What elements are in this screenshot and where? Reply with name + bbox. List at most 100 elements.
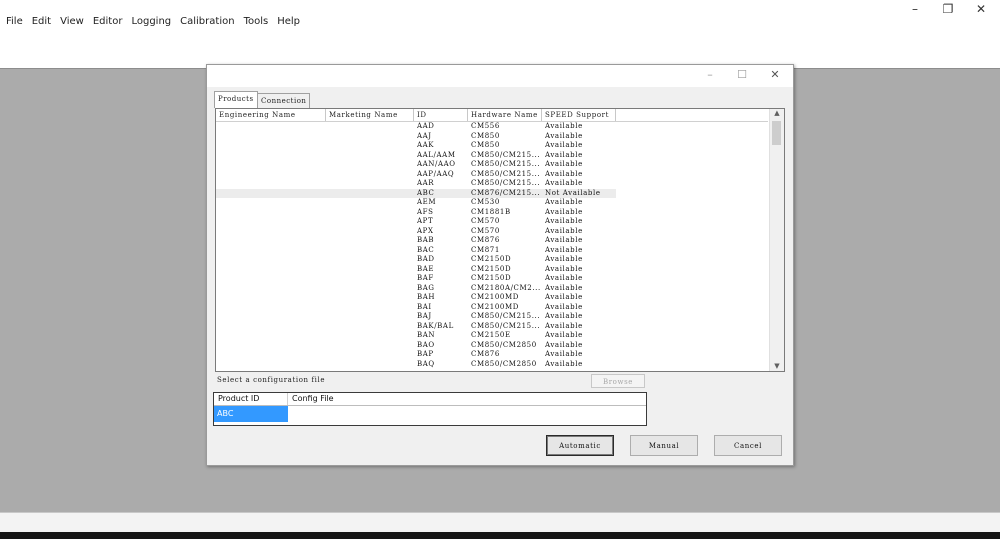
config-header-config-file: Config File: [292, 394, 334, 403]
table-row[interactable]: BAJ CM850/CM215... Available: [216, 312, 616, 322]
vertical-scrollbar[interactable]: ▲ ▼: [769, 109, 784, 371]
table-row[interactable]: AAJ CM850 Available: [216, 132, 616, 142]
row-hardware-cell: CM850/CM215...: [471, 321, 541, 330]
table-row[interactable]: AAL/AAM CM850/CM215... Available: [216, 151, 616, 161]
row-id-cell: BAD: [417, 255, 435, 263]
row-id-cell: ABC: [417, 188, 435, 197]
row-id-cell: AAN/AAO: [417, 160, 456, 168]
dialog-maximize-icon[interactable]: ☐: [732, 68, 752, 81]
row-speed-cell: Available: [545, 359, 583, 368]
row-speed-cell: Available: [545, 150, 583, 159]
taskbar: [0, 532, 1000, 539]
column-marketing-name[interactable]: Marketing Name: [326, 109, 414, 121]
row-hardware-cell: CM570: [471, 217, 500, 225]
dialog-title-bar: – ☐ ✕: [207, 65, 793, 87]
row-hardware-cell: CM2100MD: [471, 293, 519, 301]
row-id-cell: AAK: [417, 141, 435, 149]
tab-connection[interactable]: Connection: [257, 93, 311, 108]
row-id-cell: AAR: [417, 179, 435, 187]
table-row[interactable]: APX CM570 Available: [216, 227, 616, 237]
dialog-close-icon[interactable]: ✕: [765, 68, 785, 81]
table-row[interactable]: BAE CM2150D Available: [216, 265, 616, 275]
row-speed-cell: Available: [545, 217, 583, 225]
manual-button[interactable]: Manual: [630, 435, 698, 456]
menu-tools[interactable]: Tools: [244, 16, 269, 27]
menu-edit[interactable]: Edit: [32, 16, 51, 27]
column-speed-support[interactable]: SPEED Support: [542, 109, 616, 121]
row-hardware-cell: CM850: [471, 131, 500, 140]
menu-file[interactable]: File: [6, 16, 23, 27]
menu-list: File Edit View Editor Logging Calibratio…: [0, 16, 303, 27]
table-row[interactable]: ABC CM876/CM215... Not Available: [216, 188, 616, 198]
table-row[interactable]: BAH CM2100MD Available: [216, 293, 616, 303]
column-engineering-name[interactable]: Engineering Name: [216, 109, 326, 121]
row-speed-cell: Available: [545, 264, 583, 273]
row-id-cell: BAH: [417, 293, 436, 301]
table-row[interactable]: BAI CM2100MD Available: [216, 303, 616, 313]
menu-view[interactable]: View: [60, 16, 84, 27]
table-row[interactable]: BAP CM876 Available: [216, 350, 616, 360]
row-hardware-cell: CM850/CM215...: [471, 150, 541, 159]
row-speed-cell: Available: [545, 340, 583, 349]
dialog-minimize-icon[interactable]: –: [700, 68, 720, 81]
table-row[interactable]: BAQ CM850/CM2850 Available: [216, 360, 616, 370]
row-id-cell: AAL/AAM: [417, 150, 456, 159]
row-id-cell: BAQ: [417, 359, 435, 368]
row-id-cell: BAP: [417, 350, 434, 358]
row-hardware-cell: CM850/CM2850: [471, 340, 537, 349]
table-row[interactable]: BAF CM2150D Available: [216, 274, 616, 284]
row-speed-cell: Available: [545, 350, 583, 358]
column-hardware-name[interactable]: Hardware Name: [468, 109, 542, 121]
scroll-down-icon[interactable]: ▼: [770, 362, 784, 370]
menu-help[interactable]: Help: [277, 16, 300, 27]
row-id-cell: BAE: [417, 264, 435, 273]
menu-logging[interactable]: Logging: [131, 16, 171, 27]
row-hardware-cell: CM2150E: [471, 331, 511, 339]
table-row[interactable]: BAK/BAL CM850/CM215... Available: [216, 322, 616, 332]
table-row[interactable]: APT CM570 Available: [216, 217, 616, 227]
row-speed-cell: Available: [545, 207, 583, 216]
list-rows: AAD CM556 Available AAJ CM850 Available AAK CM8…: [216, 122, 768, 369]
table-row[interactable]: AAR CM850/CM215... Available: [216, 179, 616, 189]
row-id-cell: BAC: [417, 245, 435, 254]
table-row[interactable]: AEM CM530 Available: [216, 198, 616, 208]
row-speed-cell: Available: [545, 169, 583, 178]
table-row[interactable]: AAD CM556 Available: [216, 122, 616, 132]
table-row[interactable]: BAB CM876 Available: [216, 236, 616, 246]
table-row[interactable]: BAN CM2150E Available: [216, 331, 616, 341]
table-row[interactable]: BAO CM850/CM2850 Available: [216, 341, 616, 351]
column-id[interactable]: ID: [414, 109, 468, 121]
scroll-thumb[interactable]: [772, 121, 781, 145]
row-id-cell: BAJ: [417, 312, 432, 320]
row-id-cell: AAJ: [417, 131, 432, 140]
table-row[interactable]: AFS CM1881B Available: [216, 208, 616, 218]
menu-calibration[interactable]: Calibration: [180, 16, 234, 27]
table-row[interactable]: AAN/AAO CM850/CM215... Available: [216, 160, 616, 170]
table-row[interactable]: BAD CM2150D Available: [216, 255, 616, 265]
row-hardware-cell: CM876: [471, 236, 500, 244]
row-speed-cell: Available: [545, 331, 583, 339]
automatic-button[interactable]: Automatic: [546, 435, 614, 456]
row-speed-cell: Available: [545, 274, 583, 282]
browse-button[interactable]: Browse: [591, 374, 645, 388]
tab-products[interactable]: Products: [214, 91, 258, 108]
config-file-cell[interactable]: [288, 406, 646, 422]
menu-editor[interactable]: Editor: [93, 16, 123, 27]
close-icon[interactable]: ✕: [971, 2, 991, 16]
config-product-id-cell[interactable]: ABC: [214, 406, 288, 422]
table-row[interactable]: BAC CM871 Available: [216, 246, 616, 256]
row-hardware-cell: CM530: [471, 198, 500, 206]
scroll-up-icon[interactable]: ▲: [770, 109, 784, 117]
table-row[interactable]: AAP/AAQ CM850/CM215... Available: [216, 170, 616, 180]
config-table-row[interactable]: ABC: [214, 406, 646, 422]
row-hardware-cell: CM850: [471, 141, 500, 149]
table-row[interactable]: BAG CM2180A/CM2... Available: [216, 284, 616, 294]
config-table: Product ID Config File ABC: [213, 392, 647, 426]
row-hardware-cell: CM876: [471, 350, 500, 358]
maximize-icon[interactable]: ❐: [938, 2, 958, 16]
minimize-icon[interactable]: –: [905, 2, 925, 16]
cancel-button[interactable]: Cancel: [714, 435, 782, 456]
row-hardware-cell: CM2150D: [471, 274, 512, 282]
table-row[interactable]: AAK CM850 Available: [216, 141, 616, 151]
row-speed-cell: Available: [545, 179, 583, 187]
